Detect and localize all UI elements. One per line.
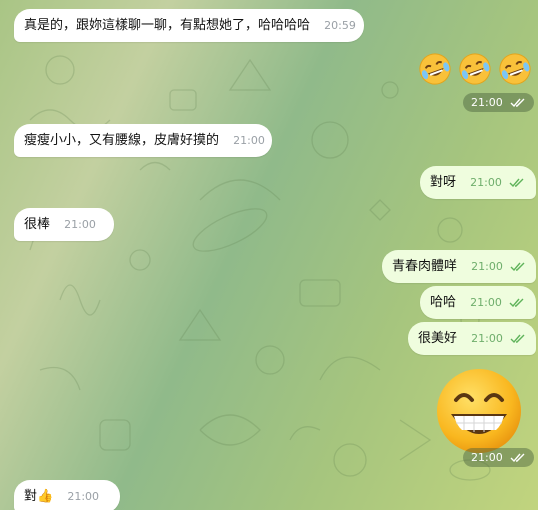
emoji-time-pill: 21:00 <box>463 93 535 112</box>
incoming-message[interactable]: 瘦瘦小小，又有腰線，皮膚好摸的 21:00 <box>14 124 272 157</box>
message-text: 很棒 <box>24 217 51 232</box>
message-text: 哈哈 <box>430 295 457 310</box>
message-text: 真是的，跟妳這樣聊一聊，有點想她了，哈哈哈哈 <box>24 18 311 33</box>
chat-area: 真是的，跟妳這樣聊一聊，有點想她了，哈哈哈哈 20:59 21:00 瘦瘦小小，… <box>0 0 538 510</box>
message-text: 對👍 <box>24 489 54 504</box>
double-check-icon <box>510 262 525 271</box>
grinning-face-emoji[interactable] <box>434 366 524 456</box>
double-check-icon <box>509 178 524 187</box>
incoming-message[interactable]: 真是的，跟妳這樣聊一聊，有點想她了，哈哈哈哈 20:59 <box>14 9 364 42</box>
rofl-emoji <box>459 53 491 85</box>
double-check-icon <box>510 98 525 108</box>
double-check-icon <box>510 334 525 343</box>
message-text: 很美好 <box>418 331 458 346</box>
message-time: 21:00 <box>64 218 96 231</box>
message-time: 21:00 <box>470 176 502 189</box>
incoming-message[interactable]: 對👍 21:00 <box>14 480 120 510</box>
message-time: 20:59 <box>324 19 356 32</box>
message-time: 21:00 <box>471 96 503 109</box>
double-check-icon <box>510 453 525 463</box>
rofl-emoji <box>419 53 451 85</box>
rofl-emoji <box>499 53 531 85</box>
double-check-icon <box>509 298 524 307</box>
message-time: 21:00 <box>470 296 502 309</box>
message-time: 21:00 <box>471 451 503 464</box>
message-text: 瘦瘦小小，又有腰線，皮膚好摸的 <box>24 133 220 148</box>
message-time: 21:00 <box>233 134 265 147</box>
outgoing-message[interactable]: 很美好 21:00 <box>408 322 536 355</box>
outgoing-message[interactable]: 哈哈 21:00 <box>420 286 536 319</box>
outgoing-emoji-message[interactable] <box>418 52 532 86</box>
outgoing-message[interactable]: 對呀 21:00 <box>420 166 536 199</box>
message-time: 21:00 <box>67 490 100 503</box>
sticker-time-pill: 21:00 <box>463 448 535 467</box>
incoming-message[interactable]: 很棒 21:00 <box>14 208 114 241</box>
message-time: 21:00 <box>471 332 503 345</box>
message-time: 21:00 <box>471 260 503 273</box>
message-text: 青春肉體咩 <box>392 259 458 274</box>
outgoing-message[interactable]: 青春肉體咩 21:00 <box>382 250 536 283</box>
message-text: 對呀 <box>430 175 457 190</box>
